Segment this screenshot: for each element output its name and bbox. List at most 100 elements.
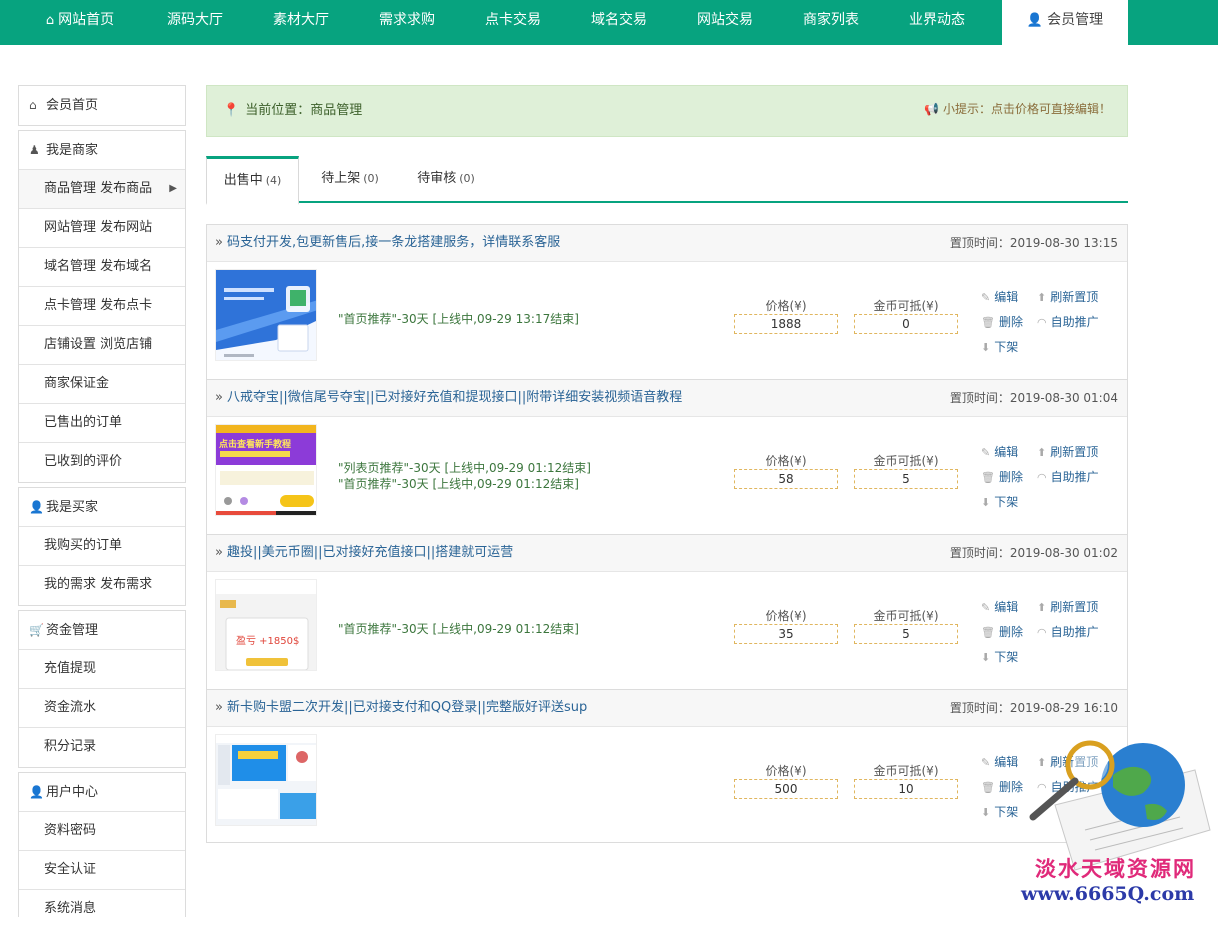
sidebar-item-my-orders[interactable]: 我购买的订单 (19, 527, 185, 566)
tab-pending-review[interactable]: 待审核 (0) (402, 156, 490, 203)
nav-home[interactable]: ⌂ 网站首页 (28, 0, 132, 45)
thumb-profit-text: 盈亏 +1850$ (236, 636, 300, 647)
sidebar-item-system-messages[interactable]: 系统消息 (19, 890, 185, 929)
sidebar-item-site-manage[interactable]: 网站管理 发布网站 (19, 209, 185, 248)
nav-site-trade[interactable]: 网站交易 (672, 0, 778, 45)
pencil-icon: ✎ (981, 756, 991, 769)
double-chevron-icon: » (215, 390, 223, 405)
price-field[interactable]: 500 (734, 779, 838, 799)
product-title-link[interactable]: 趣投||美元币圈||已对接好充值接口||搭建就可运营 (227, 545, 513, 560)
sidebar-buyer-group: 👤 我是买家 我购买的订单 我的需求 发布需求 (18, 487, 186, 606)
trash-icon: 🗑 (981, 471, 995, 484)
arrow-up-icon: ⬆ (1037, 446, 1047, 459)
pencil-icon: ✎ (981, 291, 991, 304)
arrow-down-icon: ⬇ (981, 651, 991, 664)
sidebar-item-recharge-withdraw[interactable]: 充值提现 (19, 650, 185, 689)
refresh-top-button[interactable]: ⬆ 刷新置顶 (1037, 288, 1098, 305)
price-label: 价格(¥) (765, 299, 807, 313)
offshelf-button[interactable]: ⬇ 下架 (981, 648, 1018, 665)
arrow-down-icon: ⬇ (981, 496, 991, 509)
top-time: 置顶时间：2019-08-30 01:04 (949, 391, 1118, 405)
product-title-link[interactable]: 码支付开发,包更新售后,接一条龙搭建服务，详情联系客服 (227, 235, 560, 250)
promote-button[interactable]: ◠ 自助推广 (1037, 468, 1099, 485)
nav-domain-trade[interactable]: 域名交易 (566, 0, 672, 45)
nav-card-trade[interactable]: 点卡交易 (460, 0, 566, 45)
sidebar-item-sold-orders[interactable]: 已售出的订单 (19, 404, 185, 443)
pencil-icon: ✎ (981, 446, 991, 459)
product-status-tabs: 出售中 (4) 待上架 (0) 待审核 (0) (206, 156, 1128, 205)
sidebar-item-shop-settings[interactable]: 店铺设置 浏览店铺 (19, 326, 185, 365)
offshelf-button[interactable]: ⬇ 下架 (981, 338, 1018, 355)
offshelf-button[interactable]: ⬇ 下架 (981, 803, 1018, 820)
coin-field[interactable]: 5 (854, 469, 958, 489)
nav-member-manage[interactable]: 👤 会员管理 (1002, 0, 1128, 45)
refresh-top-button[interactable]: ⬆ 刷新置顶 (1037, 598, 1098, 615)
top-nav: ⌂ 网站首页 源码大厅 素材大厅 需求求购 点卡交易 域名交易 网站交易 商家列表… (0, 0, 1218, 45)
coin-field[interactable]: 5 (854, 624, 958, 644)
sidebar-item-domain-manage[interactable]: 域名管理 发布域名 (19, 248, 185, 287)
sidebar-user-group: 👤 用户中心 资料密码 安全认证 系统消息 (18, 772, 186, 917)
delete-button[interactable]: 🗑 删除 (981, 468, 1023, 485)
product-thumbnail[interactable] (215, 734, 317, 826)
double-chevron-icon: » (215, 235, 223, 250)
price-field[interactable]: 1888 (734, 314, 838, 334)
merchant-icon: ♟ (29, 143, 40, 157)
delete-button[interactable]: 🗑 删除 (981, 313, 1023, 330)
arrow-down-icon: ⬇ (981, 806, 991, 819)
promote-button[interactable]: ◠ 自助推广 (1037, 623, 1099, 640)
sidebar-item-member-home[interactable]: ⌂ 会员首页 (19, 86, 185, 125)
coin-field[interactable]: 10 (854, 779, 958, 799)
sidebar-item-security-auth[interactable]: 安全认证 (19, 851, 185, 890)
sidebar-item-deposit[interactable]: 商家保证金 (19, 365, 185, 404)
wifi-icon: ◠ (1037, 471, 1047, 484)
offshelf-button[interactable]: ⬇ 下架 (981, 493, 1018, 510)
sidebar-merchant-group: ♟ 我是商家 商品管理 发布商品 ▶ 网站管理 发布网站 域名管理 发布域名 点卡管… (18, 130, 186, 483)
product-thumbnail[interactable]: 点击查看新手教程 (215, 424, 317, 516)
tab-pending-shelf[interactable]: 待上架 (0) (306, 156, 394, 203)
product-title-link[interactable]: 八戒夺宝||微信尾号夺宝||已对接好充值和提现接口||附带详细安装视频语音教程 (227, 390, 682, 405)
nav-demand[interactable]: 需求求购 (354, 0, 460, 45)
sidebar-merchant-heading: ♟ 我是商家 (19, 131, 185, 170)
double-chevron-icon: » (215, 545, 223, 560)
watermark-title: 淡水天域资源网 (1035, 856, 1196, 881)
nav-source-hall[interactable]: 源码大厅 (142, 0, 248, 45)
edit-button[interactable]: ✎ 编辑 (981, 598, 1018, 615)
user-icon: 👤 (29, 785, 44, 799)
edit-button[interactable]: ✎ 编辑 (981, 443, 1018, 460)
top-time: 置顶时间：2019-08-29 16:10 (949, 701, 1118, 715)
product-list: » 码支付开发,包更新售后,接一条龙搭建服务，详情联系客服 置顶时间：2019-0… (206, 224, 1128, 843)
pencil-icon: ✎ (981, 601, 991, 614)
sidebar-item-fund-flow[interactable]: 资金流水 (19, 689, 185, 728)
sidebar-item-profile-password[interactable]: 资料密码 (19, 812, 185, 851)
nav-material-hall[interactable]: 素材大厅 (248, 0, 354, 45)
sidebar-item-product-manage[interactable]: 商品管理 发布商品 ▶ (19, 170, 185, 209)
edit-button[interactable]: ✎ 编辑 (981, 753, 1018, 770)
nav-industry-news[interactable]: 业界动态 (884, 0, 990, 45)
product-thumbnail[interactable]: 盈亏 +1850$ (215, 579, 317, 671)
sidebar-item-received-reviews[interactable]: 已收到的评价 (19, 443, 185, 482)
price-field[interactable]: 58 (734, 469, 838, 489)
product-thumbnail[interactable] (215, 269, 317, 361)
top-time: 置顶时间：2019-08-30 01:02 (949, 546, 1118, 560)
coin-label: 金币可抵(¥) (873, 299, 939, 313)
nav-merchants[interactable]: 商家列表 (778, 0, 884, 45)
arrow-down-icon: ⬇ (981, 341, 991, 354)
home-icon: ⌂ (29, 98, 37, 112)
delete-button[interactable]: 🗑 删除 (981, 623, 1023, 640)
wifi-icon: ◠ (1037, 316, 1047, 329)
sidebar-item-my-demands[interactable]: 我的需求 发布需求 (19, 566, 185, 605)
sidebar-funds-group: 🛒 资金管理 充值提现 资金流水 积分记录 (18, 610, 186, 768)
edit-button[interactable]: ✎ 编辑 (981, 288, 1018, 305)
refresh-top-button[interactable]: ⬆ 刷新置顶 (1037, 443, 1098, 460)
sidebar-item-card-manage[interactable]: 点卡管理 发布点卡 (19, 287, 185, 326)
price-label: 价格(¥) (765, 609, 807, 623)
tab-on-sale[interactable]: 出售中 (4) (206, 156, 299, 205)
price-field[interactable]: 35 (734, 624, 838, 644)
product-title-link[interactable]: 新卡购卡盟二次开发||已对接支付和QQ登录||完整版好评送sup (227, 700, 587, 715)
coin-field[interactable]: 0 (854, 314, 958, 334)
promote-button[interactable]: ◠ 自助推广 (1037, 313, 1099, 330)
sidebar-home-group: ⌂ 会员首页 (18, 85, 186, 126)
arrow-up-icon: ⬆ (1037, 291, 1047, 304)
sidebar-item-points-log[interactable]: 积分记录 (19, 728, 185, 767)
price-label: 价格(¥) (765, 454, 807, 468)
